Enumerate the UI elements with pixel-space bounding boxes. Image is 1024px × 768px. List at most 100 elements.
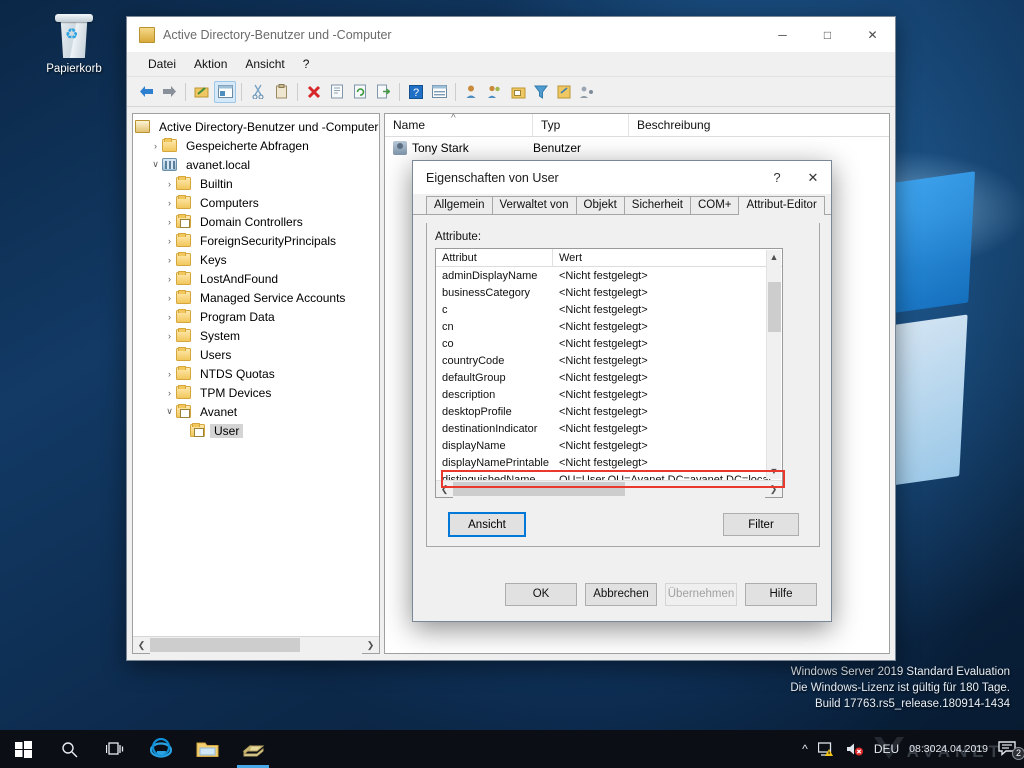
dialog-title-bar[interactable]: Eigenschaften von User ? ✕ xyxy=(413,161,831,194)
tray-chevron-up-icon[interactable]: ^ xyxy=(797,742,813,756)
tree-item-computers[interactable]: › Computers xyxy=(133,193,379,212)
task-view-button[interactable] xyxy=(92,730,138,768)
export-list-icon[interactable] xyxy=(372,81,394,103)
dialog-button-abbrechen[interactable]: Abbrechen xyxy=(585,582,657,606)
tree-item-builtin[interactable]: › Builtin xyxy=(133,174,379,193)
dialog-button-hilfe[interactable]: Hilfe xyxy=(745,582,817,606)
tree-item-domain-controllers[interactable]: › Domain Controllers xyxy=(133,212,379,231)
taskbar-app-internet-explorer[interactable] xyxy=(138,730,184,768)
delegate-control-icon[interactable] xyxy=(576,81,598,103)
column-header-beschreibung[interactable]: Beschreibung xyxy=(629,114,889,136)
tree-item-users[interactable]: Users xyxy=(133,345,379,364)
attr-column-header-attribut[interactable]: Attribut xyxy=(436,249,553,266)
attribute-row[interactable]: cn <Nicht festgelegt> xyxy=(436,318,782,335)
attribute-row[interactable]: businessCategory <Nicht festgelegt> xyxy=(436,284,782,301)
chevron-right-icon[interactable]: › xyxy=(163,179,176,189)
scroll-down-icon[interactable]: ▼ xyxy=(767,464,781,479)
new-group-icon[interactable] xyxy=(484,81,506,103)
chevron-right-icon[interactable]: › xyxy=(163,198,176,208)
chevron-right-icon[interactable]: › xyxy=(163,331,176,341)
attr-column-header-wert[interactable]: Wert xyxy=(553,249,782,266)
scroll-right-icon[interactable]: ❯ xyxy=(362,640,379,651)
refresh-icon[interactable] xyxy=(349,81,371,103)
show-hide-tree-icon[interactable] xyxy=(214,80,236,103)
taskbar-app-server-manager[interactable] xyxy=(230,730,276,768)
start-button[interactable] xyxy=(0,730,46,768)
search-button[interactable] xyxy=(46,730,92,768)
attribute-row[interactable]: description <Nicht festgelegt> xyxy=(436,386,782,403)
scroll-up-icon[interactable]: ▲ xyxy=(767,250,781,265)
taskbar-app-file-explorer[interactable] xyxy=(184,730,230,768)
menu-item-aktion[interactable]: Aktion xyxy=(185,55,236,73)
minimize-button[interactable]: ─ xyxy=(760,18,805,52)
tree-item-user[interactable]: User xyxy=(133,421,379,440)
attribute-row[interactable]: desktopProfile <Nicht festgelegt> xyxy=(436,403,782,420)
new-user-icon[interactable] xyxy=(461,81,483,103)
maximize-button[interactable]: □ xyxy=(805,18,850,52)
tab-objekt[interactable]: Objekt xyxy=(575,196,625,214)
paste-icon[interactable] xyxy=(270,81,292,103)
attributes-vertical-scrollbar[interactable]: ▲ ▼ xyxy=(766,250,781,479)
new-ou-icon[interactable] xyxy=(507,81,529,103)
tree-item-lostandfound[interactable]: › LostAndFound xyxy=(133,269,379,288)
menu-item-ansicht[interactable]: Ansicht xyxy=(236,55,293,73)
chevron-right-icon[interactable]: › xyxy=(149,141,162,151)
tree-item-keys[interactable]: › Keys xyxy=(133,250,379,269)
help-icon[interactable]: ? xyxy=(405,81,427,103)
cut-icon[interactable] xyxy=(247,81,269,103)
find-icon[interactable] xyxy=(553,81,575,103)
attr-scroll-thumb[interactable] xyxy=(453,481,625,496)
dialog-close-button[interactable]: ✕ xyxy=(795,162,831,194)
chevron-right-icon[interactable]: › xyxy=(163,236,176,246)
attributes-list[interactable]: Attribut Wert adminDisplayName <Nicht fes… xyxy=(435,248,785,498)
show-console-tree-icon[interactable] xyxy=(428,81,450,103)
network-warning-icon[interactable] xyxy=(813,741,841,757)
tree-item-foreignsecurityprincipals[interactable]: › ForeignSecurityPrincipals xyxy=(133,231,379,250)
tree-horizontal-scrollbar[interactable]: ❮ ❯ xyxy=(133,636,379,654)
attribute-row[interactable]: co <Nicht festgelegt> xyxy=(436,335,782,352)
attribute-row[interactable]: c <Nicht festgelegt> xyxy=(436,301,782,318)
tree-item-active-directory-benutzer-und-computer[interactable]: Active Directory-Benutzer und -Computer xyxy=(133,117,379,136)
tab-com[interactable]: COM+ xyxy=(689,196,740,214)
scroll-left-icon[interactable]: ❮ xyxy=(133,640,150,651)
chevron-right-icon[interactable]: › xyxy=(163,255,176,265)
dialog-help-button[interactable]: ? xyxy=(759,162,795,194)
vscroll-thumb[interactable] xyxy=(768,282,781,332)
desktop-icon-recycle-bin[interactable]: ♻ Papierkorb xyxy=(28,12,120,75)
attribute-row[interactable]: adminDisplayName <Nicht festgelegt> xyxy=(436,267,782,284)
menu-item-help[interactable]: ? xyxy=(294,55,319,73)
close-button[interactable]: ✕ xyxy=(850,18,895,52)
column-header-name[interactable]: Name ^ xyxy=(385,113,533,136)
window-title-bar[interactable]: Active Directory-Benutzer und -Computer … xyxy=(127,17,895,52)
properties-icon[interactable] xyxy=(326,81,348,103)
filter-icon[interactable] xyxy=(530,81,552,103)
tab-verwaltet-von[interactable]: Verwaltet von xyxy=(491,196,577,214)
vscroll-track[interactable] xyxy=(767,265,781,464)
chevron-right-icon[interactable]: › xyxy=(163,388,176,398)
back-icon[interactable] xyxy=(135,81,157,103)
chevron-right-icon[interactable]: › xyxy=(163,217,176,227)
attribute-row[interactable]: displayNamePrintable <Nicht festgelegt> xyxy=(436,454,782,471)
delete-icon[interactable] xyxy=(303,81,325,103)
view-button[interactable]: Ansicht xyxy=(448,512,526,537)
tree-item-ntds-quotas[interactable]: › NTDS Quotas xyxy=(133,364,379,383)
volume-muted-icon[interactable] xyxy=(841,741,869,757)
tab-allgemein[interactable]: Allgemein xyxy=(426,196,493,214)
tree-item-avanet-local[interactable]: ∨ avanet.local xyxy=(133,155,379,174)
chevron-right-icon[interactable]: › xyxy=(163,369,176,379)
attribute-row[interactable]: defaultGroup <Nicht festgelegt> xyxy=(436,369,782,386)
tree-item-avanet[interactable]: ∨ Avanet xyxy=(133,402,379,421)
attributes-horizontal-scrollbar[interactable]: ❮ ❯ xyxy=(436,480,782,498)
chevron-down-icon[interactable]: ∨ xyxy=(163,406,176,417)
tree-item-gespeicherte-abfragen[interactable]: › Gespeicherte Abfragen xyxy=(133,136,379,155)
attribute-row[interactable]: destinationIndicator <Nicht festgelegt> xyxy=(436,420,782,437)
tree-item-managed-service-accounts[interactable]: › Managed Service Accounts xyxy=(133,288,379,307)
up-folder-icon[interactable] xyxy=(191,81,213,103)
forward-icon[interactable] xyxy=(158,81,180,103)
tree-scroll-track[interactable] xyxy=(150,636,362,654)
attribute-row[interactable]: countryCode <Nicht festgelegt> xyxy=(436,352,782,369)
filter-button[interactable]: Filter xyxy=(723,513,799,536)
chevron-down-icon[interactable]: ∨ xyxy=(149,159,162,170)
tab-sicherheit[interactable]: Sicherheit xyxy=(623,196,691,214)
attr-scroll-right-icon[interactable]: ❯ xyxy=(765,484,782,495)
